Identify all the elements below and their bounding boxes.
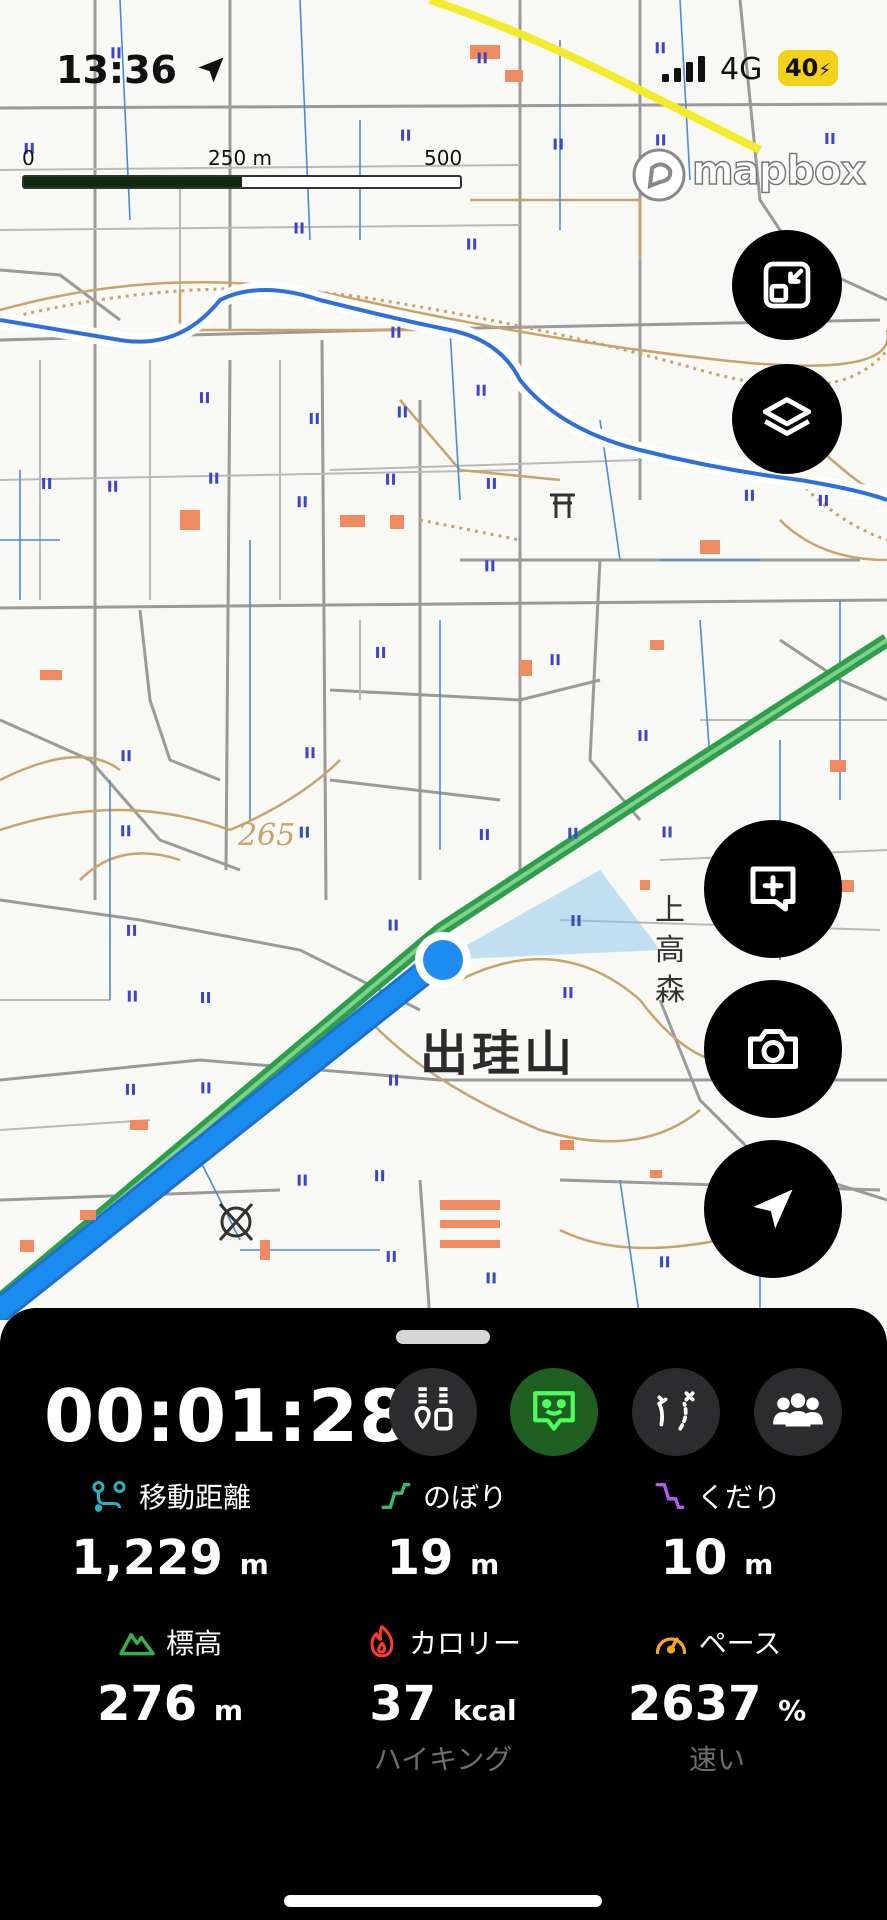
mapbox-logo[interactable]: mapbox	[630, 146, 867, 202]
layers-button[interactable]	[732, 364, 842, 474]
scale-label-0: 0	[22, 146, 35, 170]
add-note-icon	[750, 866, 796, 912]
stat-descent-label: くだり	[696, 1481, 781, 1514]
ascent-icon	[381, 1482, 411, 1510]
scale-label-250: 250 m	[208, 146, 273, 170]
elevation-label: 265	[237, 818, 295, 853]
stat-distance-unit: m	[239, 1548, 269, 1581]
location-arrow-icon	[198, 57, 224, 83]
status-bar: 13:36 4G 40⚡	[0, 48, 887, 98]
stat-calories-value: 37	[369, 1676, 437, 1732]
stat-distance-value: 1,229	[71, 1530, 223, 1586]
stat-pace-label: ペース	[698, 1627, 782, 1660]
stat-calories: カロリー 37 kcal ハイキング	[298, 1622, 588, 1778]
stat-ascent-unit: m	[470, 1548, 500, 1581]
map-scale-bar: 0 250 m 500 m	[22, 146, 462, 196]
collapse-icon	[763, 261, 811, 309]
stat-pace-value: 2637	[627, 1676, 762, 1732]
cellular-signal-icon	[662, 56, 705, 82]
route-compare-button[interactable]	[632, 1368, 720, 1456]
mapbox-wordmark: mapbox	[691, 147, 867, 195]
vertical-place-label: 上高森	[655, 893, 685, 1008]
network-type: 4G	[720, 52, 763, 87]
stat-ascent-value: 19	[386, 1530, 454, 1586]
speedometer-icon	[655, 1637, 686, 1655]
navigation-arrow-icon	[753, 1189, 793, 1229]
stat-pace-unit: %	[778, 1694, 807, 1727]
mapbox-logo-icon	[632, 148, 686, 202]
stat-elevation-label: 標高	[165, 1627, 222, 1660]
descent-icon	[655, 1482, 685, 1510]
tracking-panel: 00:01:28 移動距離 1,229 m のぼり 19 m くだり 10 m …	[0, 1308, 887, 1920]
stat-pace: ペース 2637 % 速い	[572, 1622, 862, 1778]
stat-distance-label: 移動距離	[138, 1481, 251, 1514]
scale-bar-graphic	[22, 175, 462, 189]
stat-elevation: 標高 276 m	[25, 1622, 315, 1732]
camera-icon	[748, 1029, 798, 1069]
stat-descent-unit: m	[744, 1548, 774, 1581]
stat-ascent: のぼり 19 m	[298, 1476, 588, 1586]
route-plan-icon	[414, 1387, 453, 1431]
stat-distance: 移動距離 1,229 m	[25, 1476, 315, 1586]
stat-descent: くだり 10 m	[572, 1476, 862, 1586]
route-compare-icon	[656, 1391, 695, 1431]
place-name-label: 出珪山	[420, 1026, 576, 1082]
pace-rating-label: 速い	[688, 1743, 745, 1776]
stat-ascent-label: のぼり	[422, 1481, 507, 1514]
topographic-map[interactable]: 265 出珪山 上高森	[0, 0, 887, 1320]
stat-elevation-unit: m	[213, 1694, 244, 1727]
add-memo-button[interactable]	[704, 820, 842, 958]
face-status-button[interactable]	[510, 1368, 598, 1456]
stat-elevation-value: 276	[96, 1676, 198, 1732]
stat-calories-label: カロリー	[408, 1627, 521, 1660]
mountain-icon	[119, 1632, 155, 1656]
battery-indicator: 40⚡	[778, 50, 838, 86]
group-button[interactable]	[754, 1368, 842, 1456]
route-plan-button[interactable]	[389, 1368, 477, 1456]
collapse-map-button[interactable]	[732, 230, 842, 340]
distance-icon	[92, 1481, 126, 1512]
elapsed-timer: 00:01:28	[44, 1374, 411, 1458]
status-time: 13:36	[56, 48, 226, 92]
layers-icon	[762, 397, 812, 436]
locate-button[interactable]	[704, 1140, 842, 1278]
group-icon	[773, 1393, 823, 1427]
sheet-grabber[interactable]	[396, 1330, 490, 1344]
home-indicator[interactable]	[284, 1895, 602, 1907]
face-icon	[533, 1391, 575, 1431]
camera-button[interactable]	[704, 980, 842, 1118]
activity-type-label: ハイキング	[373, 1743, 513, 1776]
stat-calories-unit: kcal	[452, 1694, 517, 1727]
charging-bolt-icon: ⚡	[818, 60, 832, 81]
flame-icon	[370, 1625, 394, 1658]
stat-descent-value: 10	[660, 1530, 728, 1586]
